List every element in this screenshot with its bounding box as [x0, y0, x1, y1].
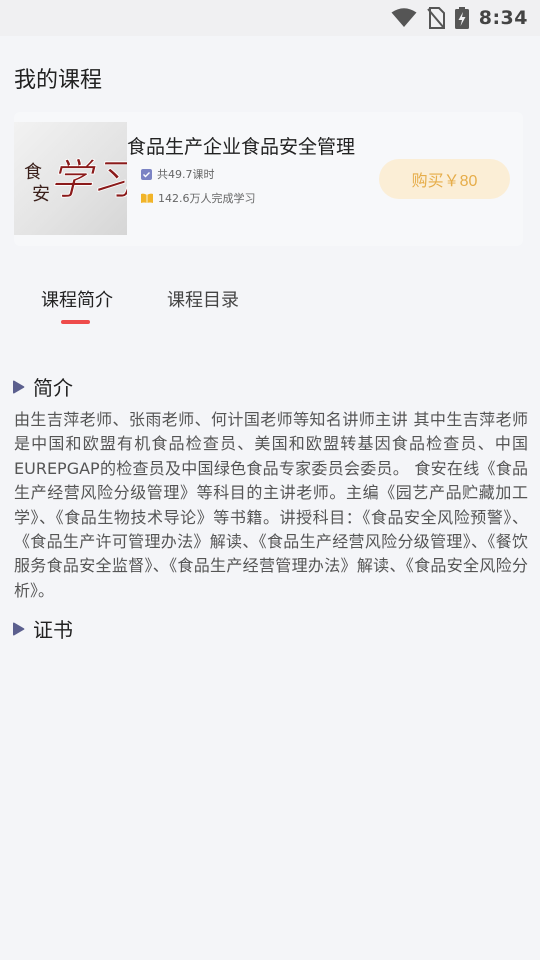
svg-text:学习: 学习	[50, 158, 127, 204]
page-title: 我的课程	[14, 68, 103, 93]
play-triangle-icon	[12, 622, 25, 636]
book-icon	[141, 193, 153, 203]
course-hours-text: 共49.7课时	[157, 168, 215, 181]
tab-course-catalog[interactable]: 课程目录	[167, 286, 239, 312]
course-hours: 共49.7课时	[141, 166, 215, 182]
certificate-heading: 证书	[33, 618, 73, 642]
course-learners-text: 142.6万人完成学习	[158, 192, 256, 205]
course-thumbnail-logo: 食 安 学习	[24, 158, 127, 205]
intro-heading: 简介	[33, 376, 73, 400]
course-tabs: 课程简介 课程目录	[0, 286, 540, 330]
course-name[interactable]: 食品生产企业食品安全管理	[127, 132, 367, 159]
battery-charging-icon	[454, 7, 469, 29]
clock-check-icon	[141, 168, 152, 180]
play-triangle-icon	[12, 380, 25, 394]
course-thumbnail[interactable]: 食 安 学习	[14, 122, 127, 235]
wifi-icon	[391, 8, 417, 28]
svg-text:食: 食	[24, 162, 42, 182]
certificate-section-header: 证书	[12, 614, 73, 643]
intro-body: 由生吉萍老师、张雨老师、何计国老师等知名讲师主讲 其中生吉萍老师是中国和欧盟有机…	[14, 410, 528, 600]
intro-section-header: 简介	[12, 372, 73, 401]
status-time: 8:34	[478, 7, 528, 29]
course-learners: 142.6万人完成学习	[141, 190, 256, 206]
buy-button[interactable]: 购买￥80	[379, 159, 510, 199]
no-sim-icon	[426, 7, 445, 29]
svg-text:安: 安	[32, 184, 50, 204]
active-tab-indicator	[61, 320, 90, 324]
tab-course-intro[interactable]: 课程简介	[41, 286, 113, 312]
status-bar: 8:34	[0, 0, 540, 36]
